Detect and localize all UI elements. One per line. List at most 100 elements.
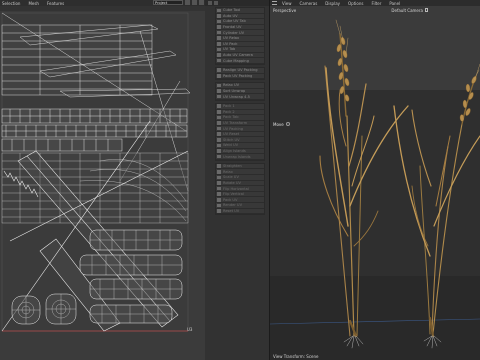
settings-icon[interactable] bbox=[199, 0, 204, 5]
command-label: Weld UV bbox=[223, 143, 239, 148]
command-icon bbox=[217, 8, 221, 13]
command-button[interactable]: UV Unwrap 4.5 bbox=[216, 94, 264, 100]
command-icon bbox=[217, 186, 221, 191]
command-group: Pack 1 Pack 2 Pack Tab UV Transform UV Packi… bbox=[215, 102, 265, 161]
wheat-plant-left bbox=[319, 19, 409, 349]
view-transform-status: View Transform: Scene bbox=[273, 354, 319, 359]
command-icon bbox=[217, 181, 221, 185]
command-icon bbox=[217, 53, 221, 57]
command-label: Pack 2 bbox=[223, 109, 235, 114]
command-icon bbox=[217, 164, 221, 168]
command-label: Realign UV Packing bbox=[223, 68, 258, 73]
viewport-menu-panel[interactable]: Panel bbox=[389, 1, 400, 6]
command-icon bbox=[217, 104, 221, 108]
command-icon bbox=[217, 68, 221, 73]
command-label: Straighten bbox=[223, 164, 242, 169]
hamburger-icon[interactable] bbox=[272, 1, 277, 5]
viewport-menu-options[interactable]: Options bbox=[348, 1, 363, 6]
command-icon bbox=[217, 115, 221, 120]
command-label: Reset UV bbox=[223, 208, 240, 213]
viewport-camera-label[interactable]: Default Camera bbox=[391, 8, 423, 13]
projection-dropdown[interactable]: Project bbox=[153, 0, 183, 5]
lock-icon[interactable] bbox=[192, 0, 197, 5]
command-label: Cube UV Tab bbox=[223, 19, 246, 24]
command-label: Rotate UV bbox=[223, 180, 241, 185]
command-button[interactable]: Cube Mapping bbox=[216, 58, 264, 64]
command-icon bbox=[217, 30, 221, 35]
move-gizmo-icon[interactable] bbox=[286, 122, 290, 126]
command-icon bbox=[217, 209, 221, 213]
viewport-menu-filter[interactable]: Filter bbox=[371, 1, 381, 6]
command-icon bbox=[217, 19, 221, 24]
uv-menu-selection[interactable]: Selection bbox=[2, 1, 20, 6]
viewport-3d-view[interactable]: Perspective Default Camera Move View Tra… bbox=[270, 6, 480, 360]
command-icon bbox=[217, 175, 221, 180]
command-icon bbox=[217, 197, 221, 202]
command-label: Pack 1 bbox=[223, 104, 235, 109]
command-label: Align Islands bbox=[223, 148, 246, 153]
command-icon bbox=[217, 58, 221, 63]
command-icon bbox=[217, 192, 221, 196]
command-label: UV Packing bbox=[223, 126, 244, 131]
command-icon bbox=[217, 94, 221, 99]
command-label: Unwrap Islands bbox=[223, 154, 251, 159]
command-label: Auto UV Camera bbox=[223, 53, 253, 58]
command-icon bbox=[217, 149, 221, 153]
command-icon bbox=[217, 143, 221, 148]
command-label: Auto UV bbox=[223, 13, 238, 18]
command-label: Stitch UV bbox=[223, 137, 240, 142]
command-icon bbox=[217, 74, 221, 78]
command-label: UV Tab bbox=[223, 47, 236, 52]
uv-menu-mesh[interactable]: Mesh bbox=[28, 1, 39, 6]
command-group: Realign UV Packing Pack UV Packing bbox=[215, 66, 265, 81]
viewport-menu-cameras[interactable]: Cameras bbox=[300, 1, 318, 6]
command-label: UV Pack bbox=[223, 41, 238, 46]
command-label: Frontal UV bbox=[223, 25, 242, 30]
command-icon bbox=[217, 137, 221, 142]
uv-editor-panel: Selection Mesh Features Project U3 bbox=[0, 0, 205, 360]
command-label: Scale UV bbox=[223, 175, 239, 180]
command-icon bbox=[217, 25, 221, 29]
viewport-menu-display[interactable]: Display bbox=[325, 1, 340, 6]
uv-canvas[interactable] bbox=[0, 11, 205, 360]
command-label: Sort Unwrap bbox=[223, 89, 246, 94]
command-label: Flip Vertical bbox=[223, 192, 244, 197]
uv-command-palette: Cube Tool Auto UV Cube UV Tab Frontal UV Cyl… bbox=[205, 0, 270, 360]
command-icon bbox=[217, 126, 221, 131]
viewport-horizon-line bbox=[270, 318, 480, 325]
command-button[interactable]: Reset UV bbox=[216, 209, 264, 215]
command-label: Relax bbox=[223, 169, 233, 174]
command-icon bbox=[217, 89, 221, 93]
camera-lock-icon[interactable] bbox=[425, 8, 428, 12]
command-group: Relax UV Sort Unwrap UV Unwrap 4.5 bbox=[215, 82, 265, 101]
palette-menu-icon[interactable] bbox=[214, 1, 218, 5]
move-tool-label: Move bbox=[273, 122, 284, 127]
command-label: UV Relax bbox=[223, 36, 240, 41]
command-icon bbox=[217, 121, 221, 125]
command-icon bbox=[217, 110, 221, 114]
command-label: Cylinder UV bbox=[223, 30, 245, 35]
viewport-projection-label: Perspective bbox=[273, 8, 297, 13]
command-icon bbox=[217, 36, 221, 41]
palette-groups: Cube Tool Auto UV Cube UV Tab Frontal UV Cyl… bbox=[205, 7, 269, 216]
command-label: Relax UV bbox=[223, 83, 240, 88]
command-icon bbox=[217, 42, 221, 46]
uv-tool-icons bbox=[185, 0, 204, 5]
grid-icon[interactable] bbox=[185, 0, 190, 5]
command-label: Pack UV bbox=[223, 197, 238, 202]
command-icon bbox=[217, 154, 221, 159]
uv-value-readout: U3 bbox=[187, 327, 193, 332]
command-icon bbox=[217, 14, 221, 18]
command-button[interactable]: Pack UV Packing bbox=[216, 74, 264, 80]
command-label: Render UV bbox=[223, 203, 243, 208]
uv-menu-features[interactable]: Features bbox=[47, 1, 64, 6]
command-label: UV Transform bbox=[223, 120, 248, 125]
palette-lock-icon[interactable] bbox=[208, 1, 212, 5]
command-group: Cube Tool Auto UV Cube UV Tab Frontal UV Cyl… bbox=[215, 7, 265, 65]
command-label: UV Unwrap 4.5 bbox=[223, 94, 250, 99]
viewport-menu-view[interactable]: View bbox=[282, 1, 292, 6]
palette-header bbox=[205, 0, 269, 6]
command-icon bbox=[217, 83, 221, 88]
command-button[interactable]: Unwrap Islands bbox=[216, 154, 264, 160]
command-icon bbox=[217, 169, 221, 174]
